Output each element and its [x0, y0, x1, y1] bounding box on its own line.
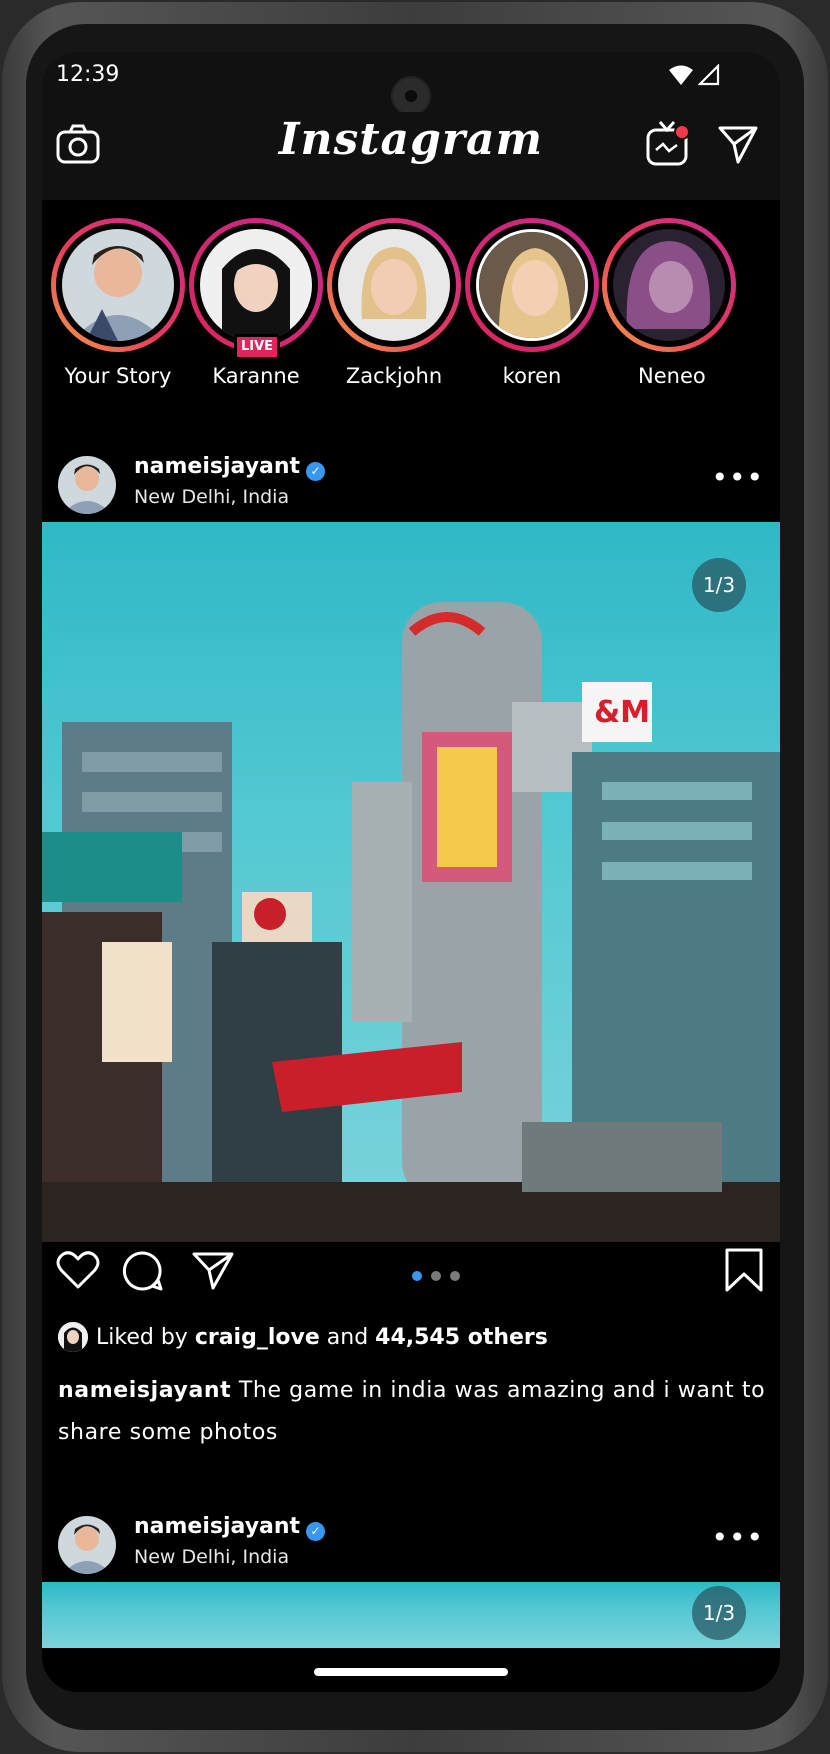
avatar [62, 229, 174, 341]
wifi-icon [669, 65, 693, 85]
svg-text:&M: &M [594, 695, 650, 730]
post-photo[interactable]: &M 1/3 [42, 522, 780, 1242]
story-ring [602, 218, 736, 352]
status-time: 12:39 [56, 62, 120, 87]
direct-message-icon[interactable] [718, 126, 758, 164]
caption-username[interactable]: nameisjayant [58, 1378, 231, 1403]
story-name: Zackjohn [345, 364, 443, 388]
story-name: koren [502, 364, 562, 388]
post-location[interactable]: New Delhi, India [134, 486, 289, 508]
like-heart-icon[interactable] [56, 1250, 100, 1290]
avatar [613, 229, 725, 341]
signal-icon [698, 64, 720, 86]
liked-prefix: Liked by [96, 1325, 188, 1350]
home-indicator[interactable] [314, 1668, 508, 1676]
avatar [338, 229, 450, 341]
story-name: Neneo [638, 364, 706, 388]
carousel-dot [412, 1271, 422, 1281]
carousel-dot [450, 1271, 460, 1281]
story-neneo[interactable]: Neneo [602, 218, 780, 388]
liked-user[interactable]: craig_love [195, 1325, 320, 1350]
post-caption: nameisjayant The game in india was amazi… [58, 1370, 768, 1454]
verified-icon: ✓ [306, 462, 326, 481]
likes-line[interactable]: Liked by craig_love and 44,545 others [58, 1322, 548, 1354]
story-name: Karanne [212, 364, 300, 388]
liked-and: and [326, 1325, 369, 1350]
live-badge: LIVE [234, 334, 280, 360]
story-ring [51, 218, 185, 352]
story-ring [465, 218, 599, 352]
city-photo: &M [42, 602, 780, 1242]
image-counter: 1/3 [692, 1586, 746, 1640]
comment-icon[interactable] [122, 1250, 164, 1292]
share-icon[interactable] [192, 1252, 234, 1290]
post-location[interactable]: New Delhi, India [134, 1546, 289, 1568]
post-header: nameisjayant ✓ New Delhi, India ••• [42, 1500, 780, 1582]
carousel-dots [412, 1266, 469, 1285]
post-header: nameisjayant ✓ New Delhi, India ••• [42, 440, 780, 522]
stories-row: Your Story LIVE Karanne Zackjohn koren N… [42, 200, 780, 440]
carousel-dot [431, 1271, 441, 1281]
liker-avatar [58, 1322, 88, 1352]
bookmark-icon[interactable] [724, 1248, 764, 1292]
status-bar: 12:39 [42, 52, 780, 116]
image-counter: 1/3 [692, 558, 746, 612]
story-zackjohn[interactable]: Zackjohn [326, 218, 462, 388]
story-name: Your Story [64, 364, 172, 388]
more-options-icon[interactable]: ••• [711, 1524, 764, 1552]
story-koren[interactable]: koren [464, 218, 600, 388]
screen: 12:39 Instagram Your Story LIVE Karanne … [42, 52, 780, 1692]
story-ring: LIVE [189, 218, 323, 360]
avatar [476, 229, 588, 341]
more-options-icon[interactable]: ••• [711, 464, 764, 492]
post-username[interactable]: nameisjayant ✓ [134, 454, 326, 481]
post-avatar[interactable] [58, 456, 116, 514]
post-photo[interactable]: 1/3 [42, 1582, 780, 1648]
avatar [200, 229, 312, 341]
post-username[interactable]: nameisjayant ✓ [134, 1514, 326, 1541]
liked-count[interactable]: 44,545 others [375, 1325, 548, 1350]
story-your-story[interactable]: Your Story [50, 218, 186, 388]
verified-icon: ✓ [306, 1522, 326, 1541]
story-ring [327, 218, 461, 352]
story-karanne[interactable]: LIVE Karanne [188, 218, 324, 388]
igtv-icon[interactable] [646, 120, 690, 168]
username-text: nameisjayant [134, 1514, 301, 1539]
username-text: nameisjayant [134, 454, 301, 479]
post-avatar[interactable] [58, 1516, 116, 1574]
front-camera [391, 76, 431, 116]
